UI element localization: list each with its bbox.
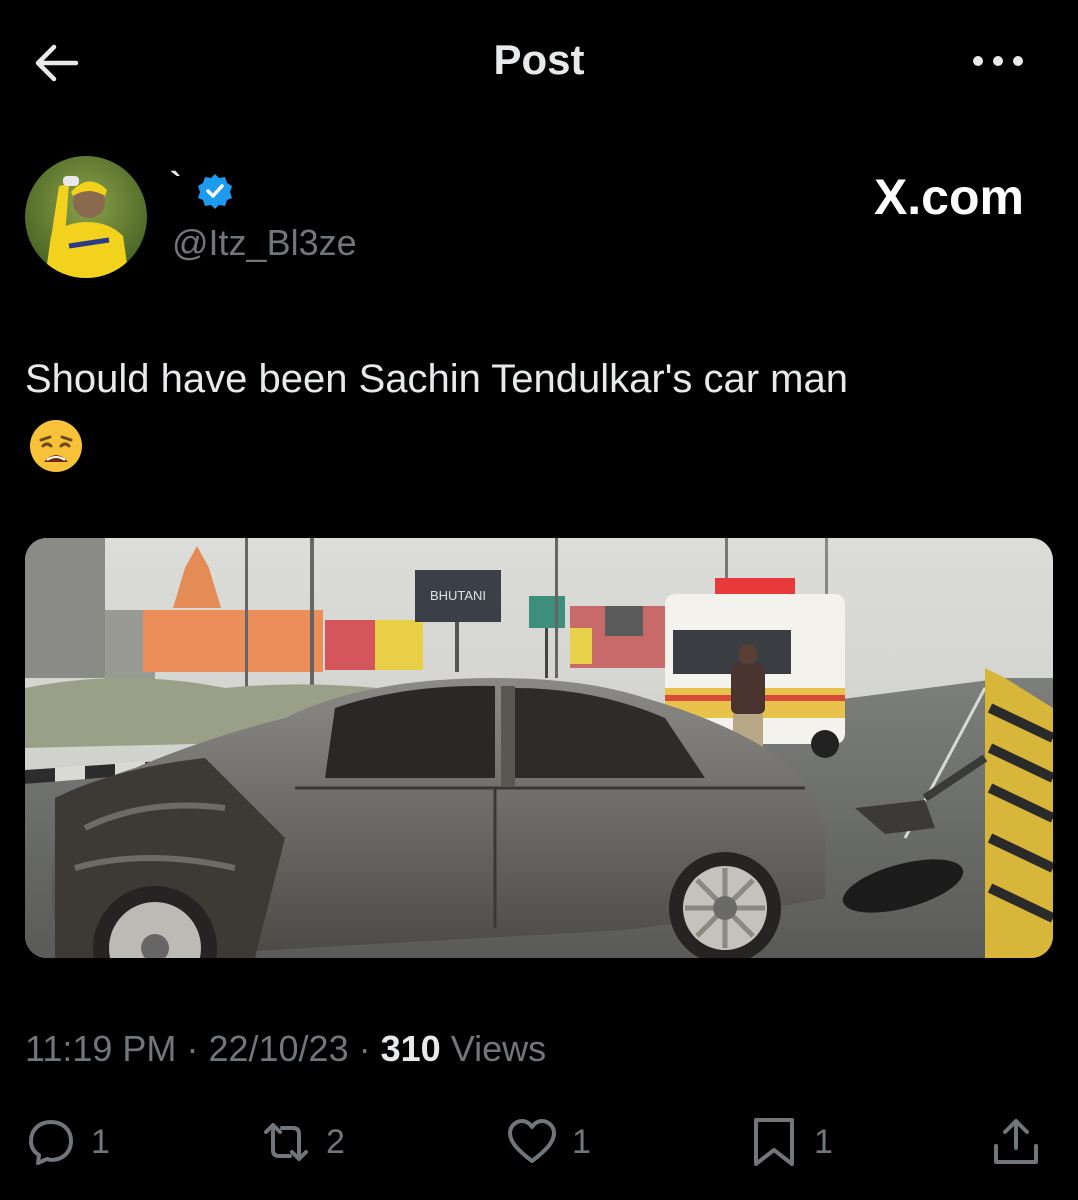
avatar-image bbox=[25, 156, 147, 278]
tweet-media-image[interactable]: BHUTANI bbox=[25, 538, 1053, 958]
heart-icon bbox=[508, 1119, 556, 1163]
page-title: Post bbox=[493, 36, 585, 83]
meta-separator: · bbox=[186, 1028, 199, 1069]
views-label: Views bbox=[450, 1028, 547, 1069]
meta-separator: · bbox=[358, 1028, 371, 1069]
repost-button[interactable]: 2 bbox=[260, 1114, 345, 1170]
author-handle[interactable]: @Itz_Bl3ze bbox=[172, 222, 357, 264]
tweet-meta: 11:19 PM · 22/10/23 · 310 Views bbox=[25, 1028, 546, 1070]
reply-icon bbox=[29, 1120, 73, 1165]
bookmark-icon bbox=[754, 1118, 794, 1166]
tweet-text: Should have been Sachin Tendulkar's car … bbox=[25, 357, 848, 401]
like-count: 1 bbox=[572, 1122, 591, 1161]
tweet-time: 11:19 PM bbox=[25, 1028, 177, 1069]
more-horizontal-icon bbox=[973, 56, 1023, 66]
tweet-date: 22/10/23 bbox=[208, 1028, 349, 1069]
share-icon bbox=[994, 1119, 1038, 1164]
burned-car-photo: BHUTANI bbox=[25, 538, 1053, 958]
more-button[interactable] bbox=[968, 46, 1028, 76]
views-count: 310 bbox=[380, 1028, 441, 1069]
like-button[interactable]: 1 bbox=[506, 1114, 591, 1170]
bookmark-count: 1 bbox=[814, 1122, 833, 1161]
bookmark-button[interactable]: 1 bbox=[748, 1114, 833, 1170]
reply-count: 1 bbox=[91, 1122, 110, 1161]
repost-count: 2 bbox=[326, 1122, 345, 1161]
author-display-name[interactable]: ` bbox=[170, 166, 181, 205]
watermark: X.com bbox=[873, 169, 1024, 225]
repost-icon bbox=[264, 1123, 308, 1161]
weary-face-emoji-icon bbox=[28, 418, 84, 474]
verified-badge-icon bbox=[196, 172, 234, 210]
share-button[interactable] bbox=[990, 1114, 1042, 1170]
billboard-text: BHUTANI bbox=[430, 588, 486, 603]
avatar[interactable] bbox=[25, 156, 147, 278]
reply-button[interactable]: 1 bbox=[25, 1114, 110, 1170]
